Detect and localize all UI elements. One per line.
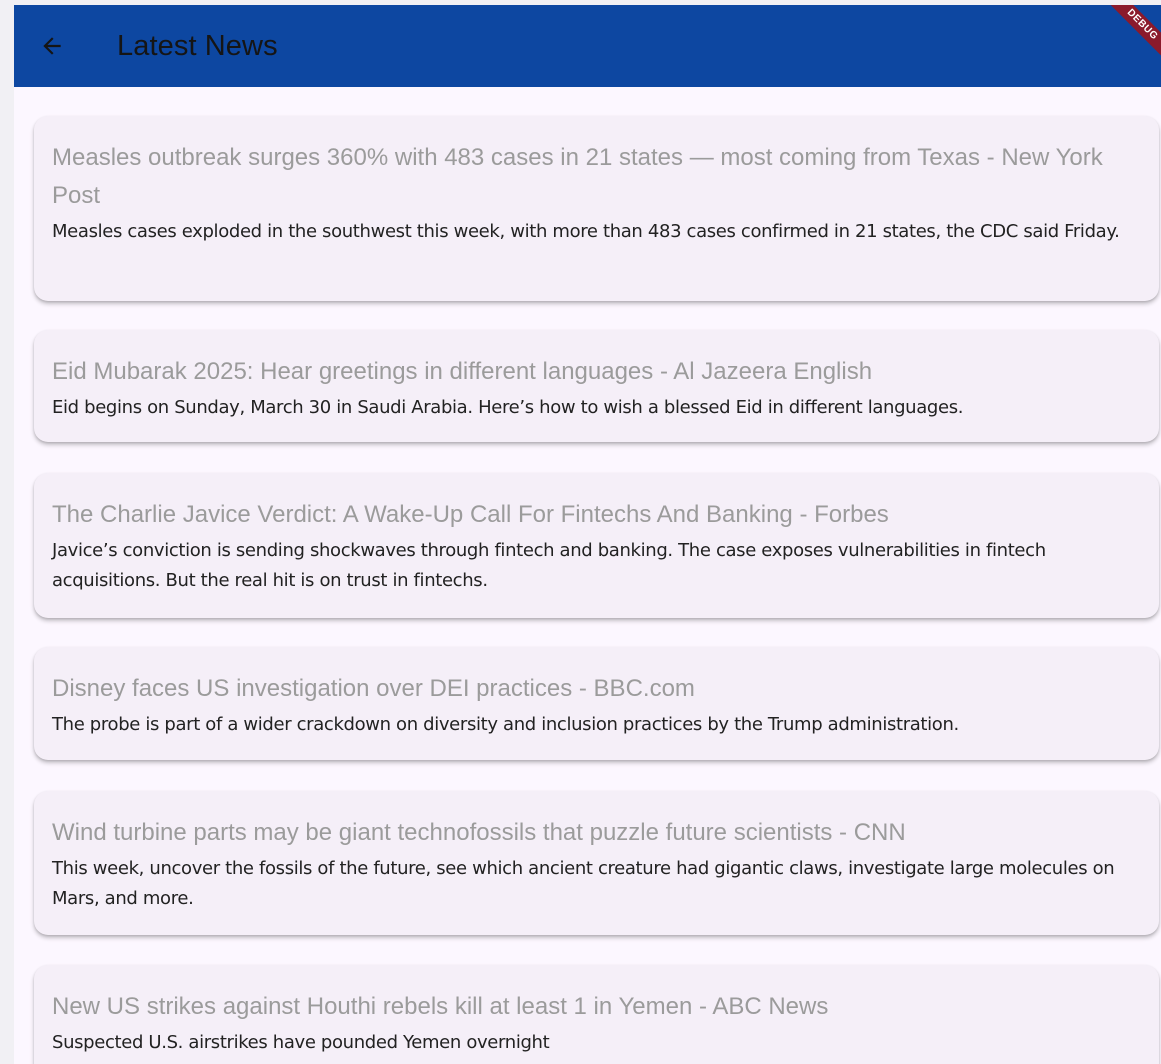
page-title: Latest News bbox=[117, 30, 278, 62]
news-title: The Charlie Javice Verdict: A Wake-Up Ca… bbox=[52, 501, 889, 528]
debug-banner: DEBUG bbox=[1083, 5, 1161, 84]
news-card[interactable]: New US strikes against Houthi rebels kil… bbox=[34, 965, 1159, 1064]
news-description: Measles cases exploded in the southwest … bbox=[52, 221, 1120, 242]
news-description: Javice’s conviction is sending shockwave… bbox=[52, 540, 1046, 591]
news-card[interactable]: The Charlie Javice Verdict: A Wake-Up Ca… bbox=[34, 473, 1159, 618]
news-card[interactable]: Eid Mubarak 2025: Hear greetings in diff… bbox=[34, 330, 1159, 442]
news-card[interactable]: Disney faces US investigation over DEI p… bbox=[34, 647, 1159, 760]
news-title: Wind turbine parts may be giant technofo… bbox=[52, 819, 906, 846]
back-button[interactable] bbox=[32, 26, 72, 66]
news-title: New US strikes against Houthi rebels kil… bbox=[52, 993, 829, 1020]
app-bar: Latest News DEBUG bbox=[14, 5, 1161, 87]
news-list[interactable]: Measles outbreak surges 360% with 483 ca… bbox=[14, 5, 1161, 1064]
news-card[interactable]: Wind turbine parts may be giant technofo… bbox=[34, 791, 1159, 935]
news-description: Suspected U.S. airstrikes have pounded Y… bbox=[52, 1032, 550, 1053]
arrow-back-icon bbox=[43, 37, 61, 55]
news-description: This week, uncover the fossils of the fu… bbox=[52, 858, 1115, 909]
app-screen: Measles outbreak surges 360% with 483 ca… bbox=[14, 5, 1161, 1064]
news-title: Measles outbreak surges 360% with 483 ca… bbox=[52, 144, 1103, 209]
news-title: Eid Mubarak 2025: Hear greetings in diff… bbox=[52, 358, 873, 385]
news-description: The probe is part of a wider crackdown o… bbox=[52, 714, 959, 735]
news-description: Eid begins on Sunday, March 30 in Saudi … bbox=[52, 397, 964, 418]
news-card[interactable]: Measles outbreak surges 360% with 483 ca… bbox=[34, 116, 1159, 301]
news-title: Disney faces US investigation over DEI p… bbox=[52, 675, 695, 702]
